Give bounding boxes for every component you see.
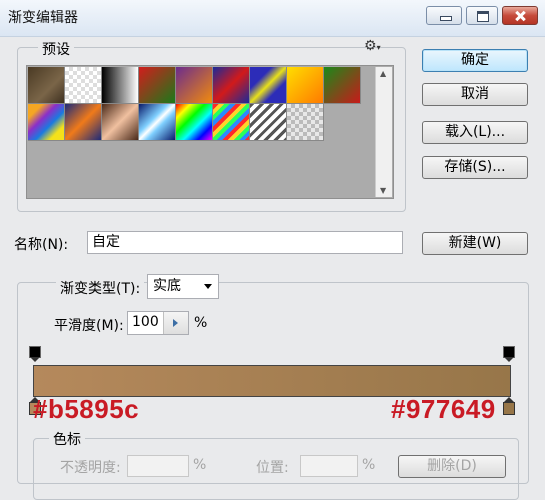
name-field[interactable]: 自定 xyxy=(87,231,403,254)
gradient-type-select[interactable]: 实底 xyxy=(147,274,219,299)
save-button[interactable]: 存储(S)... xyxy=(422,156,528,179)
minimize-icon xyxy=(427,7,461,24)
opacity-stepper[interactable] xyxy=(127,455,189,477)
left-color-annotation: #b5895c xyxy=(33,394,140,424)
preset-swatch[interactable] xyxy=(213,104,250,141)
preset-swatch[interactable] xyxy=(139,67,176,104)
gradient-type-value: 实底 xyxy=(153,278,181,294)
smoothness-unit: % xyxy=(194,315,208,331)
load-button[interactable]: 载入(L)... xyxy=(422,121,528,144)
name-label: 名称(N): xyxy=(14,237,69,253)
gradient-preview-bar[interactable] xyxy=(33,365,511,397)
scroll-up-icon[interactable]: ▲ xyxy=(380,69,386,78)
maximize-icon xyxy=(467,7,497,24)
preset-swatch-panel: ▲ ▼ xyxy=(26,65,394,199)
color-stops-label: 色标 xyxy=(49,429,85,449)
ok-button[interactable]: 确定 xyxy=(422,49,528,72)
opacity-stop-left[interactable] xyxy=(29,346,41,362)
smoothness-value: 100 xyxy=(132,314,159,330)
window-title: 渐变编辑器 xyxy=(8,10,78,26)
preset-swatch[interactable] xyxy=(28,67,65,104)
preset-swatch[interactable] xyxy=(250,67,287,104)
chevron-down-icon xyxy=(204,284,212,289)
location-unit: % xyxy=(362,457,376,473)
preset-swatch[interactable] xyxy=(176,67,213,104)
delete-button[interactable]: 删除(D) xyxy=(398,455,506,478)
preset-swatch[interactable] xyxy=(65,67,102,104)
location-field[interactable] xyxy=(300,455,358,477)
gradient-type-label: 渐变类型(T): xyxy=(56,278,145,298)
opacity-label: 不透明度: xyxy=(60,460,121,476)
opacity-stop-right[interactable] xyxy=(503,346,515,362)
cancel-button[interactable]: 取消 xyxy=(422,83,528,106)
color-stop-right-swatch xyxy=(503,402,515,415)
presets-scrollbar[interactable]: ▲ ▼ xyxy=(375,67,392,197)
preset-swatch[interactable] xyxy=(102,67,139,104)
opacity-unit: % xyxy=(193,457,207,473)
preset-swatch[interactable] xyxy=(65,104,102,141)
presets-label: 预设 xyxy=(38,39,74,59)
preset-swatch[interactable] xyxy=(139,104,176,141)
scroll-down-icon[interactable]: ▼ xyxy=(380,186,386,195)
preset-swatch[interactable] xyxy=(102,104,139,141)
smoothness-arrow-icon[interactable] xyxy=(163,312,188,334)
gear-icon[interactable]: ⚙▾ xyxy=(364,38,381,54)
smoothness-label: 平滑度(M): xyxy=(54,318,124,334)
preset-swatch[interactable] xyxy=(287,67,324,104)
minimize-button[interactable] xyxy=(426,6,462,25)
color-stop-right[interactable] xyxy=(503,397,515,415)
title-bar: 渐变编辑器 xyxy=(0,0,545,37)
close-icon xyxy=(503,7,537,24)
preset-swatch[interactable] xyxy=(28,104,65,141)
maximize-button[interactable] xyxy=(466,6,498,25)
new-button[interactable]: 新建(W) xyxy=(422,232,528,255)
preset-swatch[interactable] xyxy=(250,104,287,141)
close-button[interactable] xyxy=(502,6,538,25)
preset-swatch-grid xyxy=(28,67,376,209)
preset-swatch[interactable] xyxy=(176,104,213,141)
preset-swatch[interactable] xyxy=(287,104,324,141)
smoothness-stepper[interactable]: 100 xyxy=(127,311,189,335)
location-label: 位置: xyxy=(256,460,289,476)
preset-swatch[interactable] xyxy=(324,67,361,104)
right-color-annotation: #977649 xyxy=(391,394,496,424)
preset-swatch[interactable] xyxy=(213,67,250,104)
